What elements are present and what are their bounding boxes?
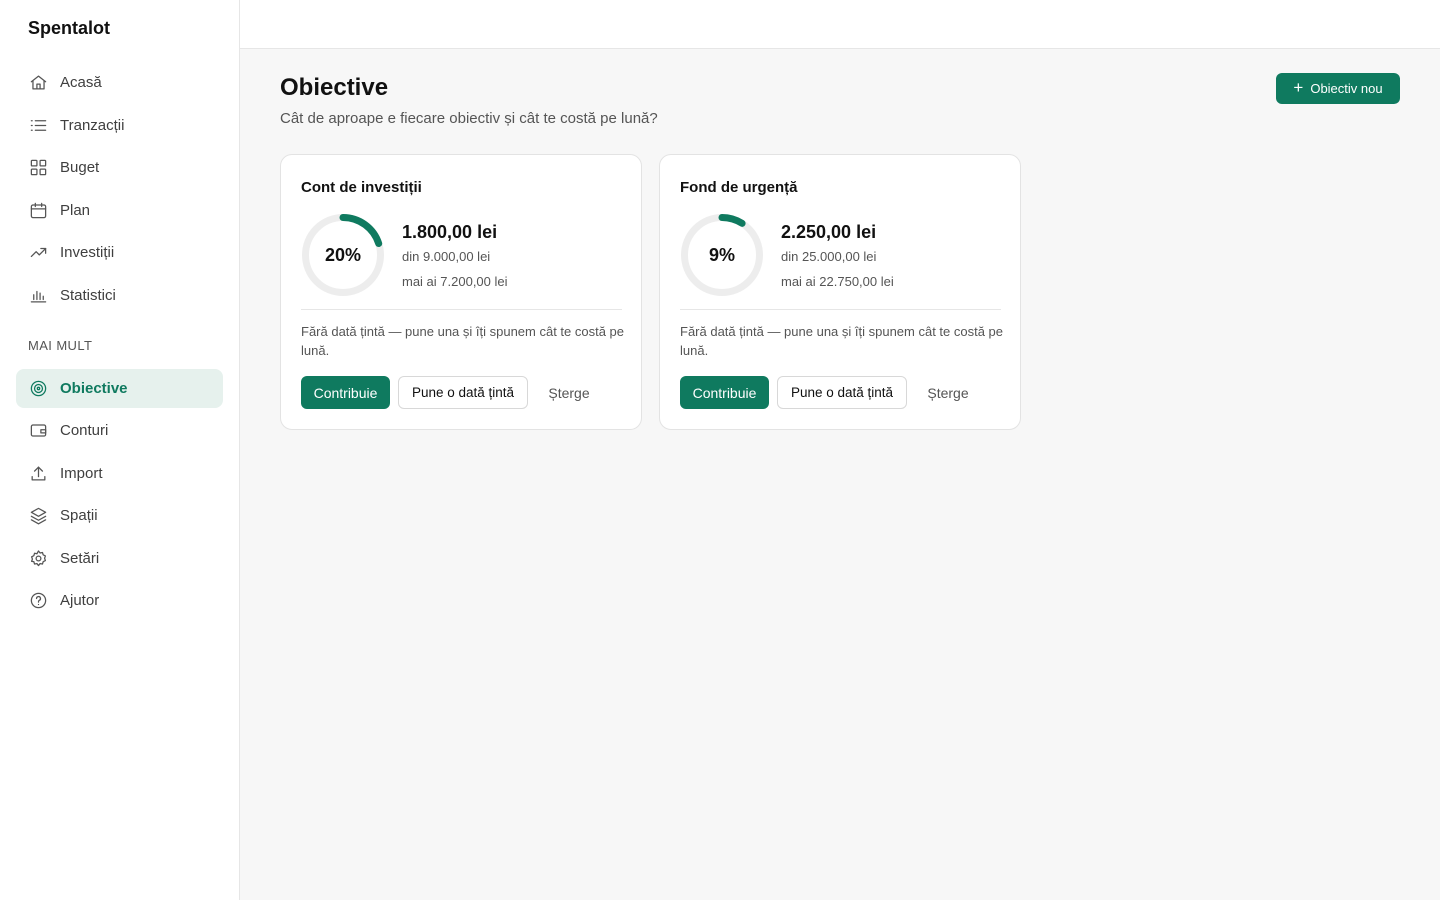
sidebar-item-label: Conturi	[60, 422, 109, 439]
contribute-button[interactable]: Contribuie	[680, 376, 769, 409]
help-circle-icon	[28, 591, 48, 611]
saved-amount: 1.800,00 lei	[402, 222, 498, 242]
bar-chart-icon	[28, 285, 48, 305]
sidebar-item-setari[interactable]: Setări	[16, 539, 223, 578]
sidebar-item-plan[interactable]: Plan	[16, 191, 223, 230]
sidebar-nav: Acasă Tranzacții Buget Plan Investiții S…	[16, 63, 223, 624]
sidebar-item-buget[interactable]: Buget	[16, 148, 223, 187]
sidebar-item-label: Import	[60, 464, 103, 482]
delete-button[interactable]: Șterge	[536, 376, 602, 409]
set-target-date-button[interactable]: Pune o dată țintă	[398, 376, 528, 409]
layers-icon	[28, 506, 48, 526]
delete-button[interactable]: Șterge	[915, 376, 981, 409]
plus-icon: +	[1293, 78, 1304, 97]
upload-icon	[28, 463, 48, 483]
sidebar-item-label: Obiective	[60, 379, 128, 397]
sidebar-item-label: Statistici	[60, 286, 116, 304]
remaining-amount: mai ai 7.200,00 lei	[402, 274, 508, 289]
sidebar-item-conturi[interactable]: Conturi	[16, 411, 223, 450]
target-amount: din 25.000,00 lei	[781, 249, 877, 264]
section-label-more: MAI MULT	[28, 337, 93, 353]
page-title: Obiective	[280, 74, 389, 101]
progress-percent: 20%	[324, 244, 362, 265]
goal-card: Cont de investiții 20% 1.800,00 lei din …	[280, 154, 642, 430]
sidebar-item-label: Ajutor	[60, 592, 100, 609]
card-divider	[680, 309, 1001, 310]
contribute-button[interactable]: Contribuie	[301, 376, 390, 409]
page-subtitle: Cât de aproape e fiecare obiectiv și cât…	[280, 110, 658, 127]
sidebar-item-acasa[interactable]: Acasă	[16, 63, 223, 102]
new-goal-button-label: Obiectiv nou	[1310, 81, 1383, 96]
sidebar-item-spatii[interactable]: Spații	[16, 496, 223, 535]
list-icon	[28, 115, 48, 135]
sidebar-item-investitii[interactable]: Investiții	[16, 233, 223, 272]
sidebar-item-label: Setări	[60, 549, 100, 567]
remaining-amount: mai ai 22.750,00 lei	[781, 274, 894, 289]
home-icon	[28, 73, 48, 93]
goal-name: Cont de investiții	[301, 179, 422, 196]
sidebar-item-label: Spații	[60, 507, 98, 524]
app-logo[interactable]: Spentalot	[28, 18, 110, 39]
trending-up-icon	[28, 243, 48, 263]
sidebar-item-import[interactable]: Import	[16, 454, 223, 493]
goal-name: Fond de urgență	[680, 179, 798, 196]
sidebar-item-label: Investiții	[60, 244, 115, 261]
saved-amount: 2.250,00 lei	[781, 222, 877, 242]
progress-percent: 9%	[708, 244, 735, 265]
target-amount: din 9.000,00 lei	[402, 249, 491, 264]
new-goal-button[interactable]: + Obiectiv nou	[1276, 73, 1400, 104]
sidebar-item-obiective[interactable]: Obiective	[16, 368, 223, 408]
sidebar-item-label: Buget	[60, 159, 100, 176]
sidebar: Spentalot Acasă Tranzacții Buget Plan In…	[0, 0, 240, 900]
set-target-date-button[interactable]: Pune o dată țintă	[777, 376, 907, 409]
sidebar-item-ajutor[interactable]: Ajutor	[16, 581, 223, 620]
target-icon	[28, 378, 48, 398]
gear-icon	[28, 548, 48, 568]
top-bar	[240, 0, 1440, 49]
grid-icon	[28, 158, 48, 178]
sidebar-item-label: Tranzacții	[60, 116, 125, 134]
goal-note: Fără dată țintă — pune una și îți spunem…	[301, 324, 625, 358]
goal-note: Fără dată țintă — pune una și îți spunem…	[680, 324, 1004, 358]
calendar-icon	[28, 200, 48, 220]
sidebar-item-label: Plan	[60, 201, 91, 219]
goal-card: Fond de urgență 9% 2.250,00 lei din 25.0…	[659, 154, 1021, 430]
sidebar-item-statistici[interactable]: Statistici	[16, 276, 223, 315]
sidebar-item-tranzactii[interactable]: Tranzacții	[16, 106, 223, 145]
wallet-icon	[28, 421, 48, 441]
card-divider	[301, 309, 622, 310]
sidebar-item-label: Acasă	[60, 74, 102, 91]
